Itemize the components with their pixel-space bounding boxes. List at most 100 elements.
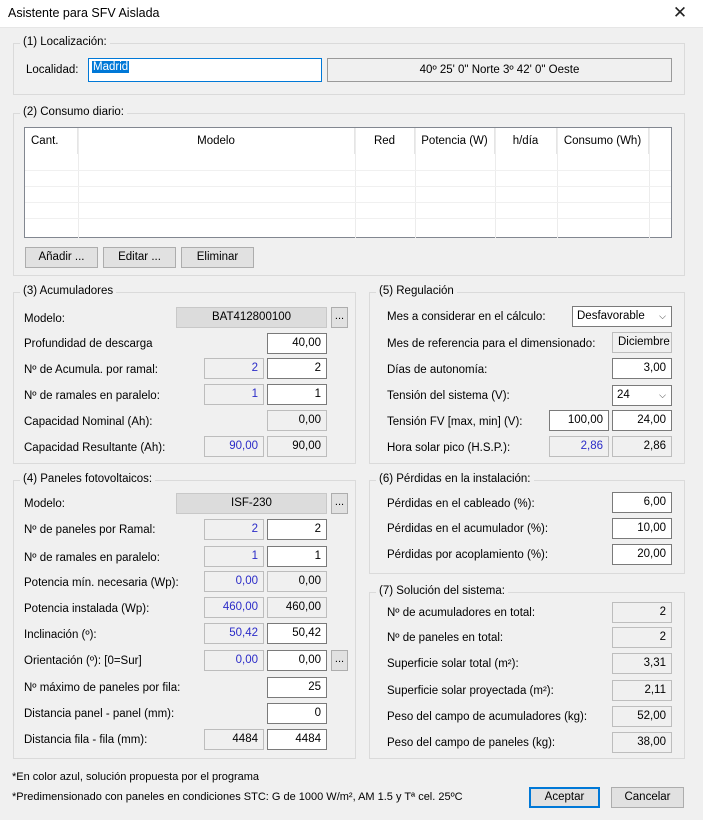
max-fila-input[interactable]: 25 (267, 677, 327, 698)
cancel-button[interactable]: Cancelar (611, 787, 684, 808)
orientacion-browse-button[interactable]: ... (331, 650, 348, 671)
footnote-blue-proposal: *En color azul, solución propuesta por e… (12, 771, 260, 783)
inclinacion-input[interactable]: 50,42 (267, 623, 327, 644)
tension-fv-max-input[interactable]: 100,00 (549, 410, 609, 431)
footnote-stc: *Predimensionado con paneles en condicio… (12, 791, 463, 803)
dist-fila-input[interactable]: 4484 (267, 729, 327, 750)
add-button[interactable]: Añadir ... (25, 247, 98, 268)
tension-label: Tensión del sistema (V): (387, 390, 510, 402)
peso-acum-value: 52,00 (612, 706, 672, 727)
paneles-ramal-label: Nº de paneles por Ramal: (24, 524, 156, 536)
group-legend: (6) Pérdidas en la instalación: (376, 473, 534, 485)
paneles-ramal-input[interactable]: 2 (267, 519, 327, 540)
acum-total-value: 2 (612, 602, 672, 623)
coordinates-display: 40º 25' 0" Norte 3º 42' 0" Oeste (327, 58, 672, 82)
peso-acum-label: Peso del campo de acumuladores (kg): (387, 711, 588, 723)
dias-label: Días de autonomía: (387, 364, 488, 376)
paneles-total-label: Nº de paneles en total: (387, 632, 504, 644)
group-legend: (1) Localización: (20, 36, 110, 48)
sup-proy-value: 2,11 (612, 680, 672, 701)
orientacion-label: Orientación (º): [0=Sur] (24, 655, 142, 667)
tension-value: 24 (617, 389, 630, 401)
panel-ramales-input[interactable]: 1 (267, 546, 327, 567)
max-fila-label: Nº máximo de paneles por fila: (24, 682, 181, 694)
perdidas-acumulador-input[interactable]: 10,00 (612, 518, 672, 539)
pot-min-value: 0,00 (267, 571, 327, 592)
peso-pan-label: Peso del campo de paneles (kg): (387, 737, 556, 749)
peso-pan-value: 38,00 (612, 732, 672, 753)
cap-nominal-label: Capacidad Nominal (Ah): (24, 416, 153, 428)
dist-fila-label: Distancia fila - fila (mm): (24, 734, 148, 746)
cap-nominal-value: 0,00 (267, 410, 327, 431)
acumula-ramal-input[interactable]: 2 (267, 358, 327, 379)
perdidas-cableado-input[interactable]: 6,00 (612, 492, 672, 513)
profundidad-input[interactable]: 40,00 (267, 333, 327, 354)
column-header-cant[interactable]: Cant. (25, 128, 78, 154)
acum-ramales-input[interactable]: 1 (267, 384, 327, 405)
pot-inst-value: 460,00 (267, 597, 327, 618)
tension-select[interactable]: 24 ⌵ (612, 385, 672, 406)
chevron-down-icon: ⌵ (659, 311, 666, 321)
localidad-input[interactable]: Madrid (88, 58, 322, 82)
sup-total-label: Superficie solar total (m²): (387, 658, 519, 670)
mes-ref-value: Diciembre (612, 332, 672, 353)
cap-result-label: Capacidad Resultante (Ah): (24, 442, 166, 454)
acum-ramales-proposed: 1 (204, 384, 264, 405)
panel-modelo-browse-button[interactable]: ... (331, 493, 348, 514)
acumula-ramal-label: Nº de Acumula. por ramal: (24, 364, 158, 376)
acum-ramales-label: Nº de ramales en paralelo: (24, 390, 160, 402)
column-header-red[interactable]: Red (355, 128, 415, 154)
group-legend: (3) Acumuladores (20, 285, 117, 297)
paneles-ramal-proposed: 2 (204, 519, 264, 540)
panel-modelo-field: ISF-230 (176, 493, 327, 514)
hsp-label: Hora solar pico (H.S.P.): (387, 442, 511, 454)
profundidad-label: Profundidad de descarga (24, 338, 153, 350)
hsp-proposed: 2,86 (549, 436, 609, 457)
mes-calculo-select[interactable]: Desfavorable ⌵ (572, 306, 672, 327)
cap-result-proposed: 90,00 (204, 436, 264, 457)
delete-button[interactable]: Eliminar (181, 247, 254, 268)
pot-min-proposed: 0,00 (204, 571, 264, 592)
pot-min-label: Potencia mín. necesaria (Wp): (24, 577, 179, 589)
panel-ramales-label: Nº de ramales en paralelo: (24, 552, 160, 564)
paneles-total-value: 2 (612, 627, 672, 648)
chevron-down-icon: ⌵ (659, 390, 666, 400)
group-legend: (7) Solución del sistema: (376, 585, 508, 597)
dist-panel-label: Distancia panel - panel (mm): (24, 708, 175, 720)
tension-fv-label: Tensión FV [max, min] (V): (387, 416, 523, 428)
dist-panel-input[interactable]: 0 (267, 703, 327, 724)
tension-fv-min-input[interactable]: 24,00 (612, 410, 672, 431)
acum-modelo-label: Modelo: (24, 313, 65, 325)
column-header-h-dia[interactable]: h/día (495, 128, 557, 154)
group-legend: (4) Paneles fotovoltaicos: (20, 473, 156, 485)
cap-result-value: 90,00 (267, 436, 327, 457)
sup-total-value: 3,31 (612, 653, 672, 674)
column-header-potencia[interactable]: Potencia (W) (415, 128, 495, 154)
column-header-modelo[interactable]: Modelo (78, 128, 355, 154)
consumo-table[interactable]: Cant. Modelo Red Potencia (W) h/día Cons… (24, 127, 672, 238)
mes-calculo-value: Desfavorable (577, 310, 645, 322)
mes-calculo-label: Mes a considerar en el cálculo: (387, 311, 546, 323)
dist-fila-proposed: 4484 (204, 729, 264, 750)
orientacion-input[interactable]: 0,00 (267, 650, 327, 671)
group-legend: (5) Regulación (376, 285, 457, 297)
mes-ref-label: Mes de referencia para el dimensionado: (387, 338, 596, 350)
window-title: Asistente para SFV Aislada (8, 6, 160, 20)
accept-button[interactable]: Aceptar (529, 787, 600, 808)
acum-total-label: Nº de acumuladores en total: (387, 607, 536, 619)
acumula-ramal-proposed: 2 (204, 358, 264, 379)
pot-inst-proposed: 460,00 (204, 597, 264, 618)
panel-ramales-proposed: 1 (204, 546, 264, 567)
dias-input[interactable]: 3,00 (612, 358, 672, 379)
perdidas-acoplamiento-input[interactable]: 20,00 (612, 544, 672, 565)
column-header-consumo[interactable]: Consumo (Wh) (557, 128, 649, 154)
inclinacion-label: Inclinación (º): (24, 629, 97, 641)
orientacion-proposed: 0,00 (204, 650, 264, 671)
perdidas-cableado-label: Pérdidas en el cableado (%): (387, 498, 535, 510)
hsp-value: 2,86 (612, 436, 672, 457)
title-bar: Asistente para SFV Aislada ✕ (0, 0, 703, 28)
close-icon[interactable]: ✕ (665, 2, 695, 24)
edit-button[interactable]: Editar ... (103, 247, 176, 268)
pot-inst-label: Potencia instalada (Wp): (24, 603, 150, 615)
acum-modelo-browse-button[interactable]: ... (331, 307, 348, 328)
